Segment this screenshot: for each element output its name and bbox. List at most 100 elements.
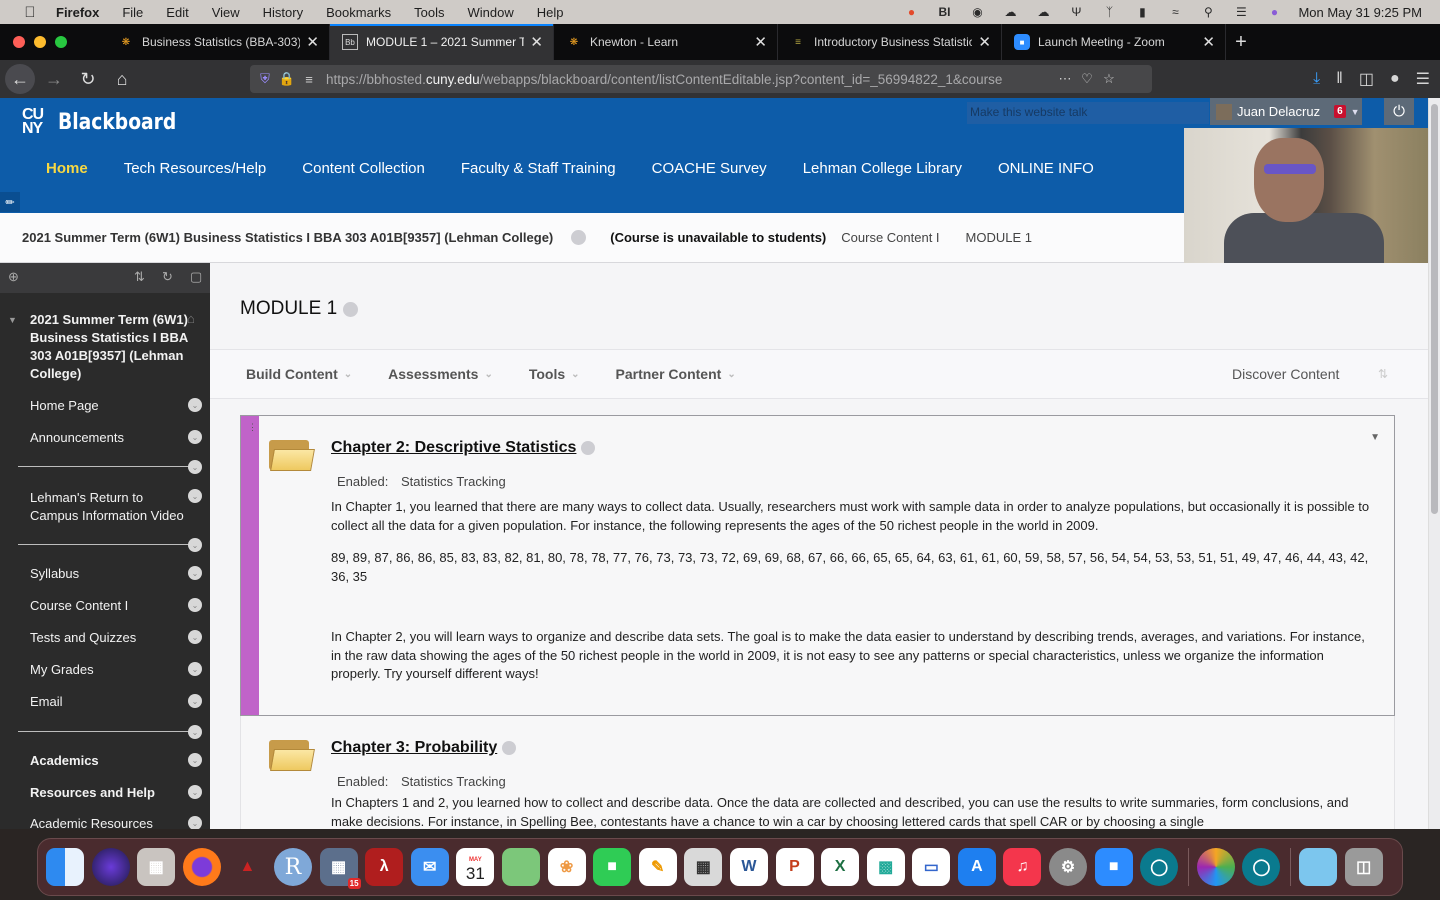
page-options-icon[interactable] bbox=[343, 301, 359, 317]
item-options-icon[interactable]: ⌄ bbox=[188, 662, 202, 676]
facetime-icon[interactable]: ■ bbox=[593, 848, 632, 886]
menu-tools[interactable]: Tools bbox=[414, 5, 444, 20]
content-item-title[interactable]: Chapter 2: Descriptive Statistics bbox=[331, 439, 596, 457]
url-text[interactable]: https://bbhosted.cuny.edu/webapps/blackb… bbox=[326, 72, 1046, 87]
home-button[interactable]: ⌂ bbox=[107, 64, 137, 94]
back-button[interactable]: ← bbox=[5, 64, 35, 94]
app-store-icon[interactable]: A bbox=[957, 848, 996, 886]
close-window-button[interactable] bbox=[13, 36, 25, 48]
add-menu-item-icon[interactable]: ⊕ bbox=[8, 269, 19, 285]
item-title-link[interactable]: Chapter 2: Descriptive Statistics bbox=[331, 439, 576, 457]
sidebar-item-academic-resources[interactable]: Academic Resources bbox=[30, 816, 153, 829]
drag-handle[interactable]: ⋮ bbox=[241, 416, 259, 715]
item-options-icon[interactable]: ⌄ bbox=[188, 785, 202, 799]
nav-tech-resources[interactable]: Tech Resources/Help bbox=[124, 160, 267, 177]
item-options-icon[interactable]: ⌄ bbox=[188, 630, 202, 644]
chevron-down-icon[interactable]: ▼ bbox=[1351, 107, 1360, 117]
item-options-icon[interactable]: ⌄ bbox=[188, 538, 202, 552]
webex-icon[interactable]: ◯ bbox=[1140, 848, 1179, 886]
menu-edit[interactable]: Edit bbox=[166, 5, 188, 20]
page-actions-icon[interactable]: ⋯ bbox=[1054, 71, 1076, 87]
finder-icon[interactable] bbox=[46, 848, 84, 886]
browser-tab[interactable]: ≡ Introductory Business Statistics ✕ bbox=[778, 24, 1002, 60]
music-icon[interactable]: ♫ bbox=[1003, 848, 1042, 886]
zoom-video-overlay[interactable] bbox=[1184, 128, 1428, 265]
sidebar-item-my-grades[interactable]: My Grades bbox=[30, 662, 94, 677]
sidebar-item-course-content[interactable]: Course Content I bbox=[30, 598, 128, 613]
menu-help[interactable]: Help bbox=[537, 5, 564, 20]
menu-bookmarks[interactable]: Bookmarks bbox=[326, 5, 391, 20]
breadcrumb-course-content[interactable]: Course Content I bbox=[841, 230, 939, 245]
system-preferences-icon[interactable]: ⚙ bbox=[1049, 848, 1088, 886]
close-tab-icon[interactable]: ✕ bbox=[1202, 33, 1215, 51]
new-tab-button[interactable]: + bbox=[1226, 24, 1256, 60]
item-options-icon[interactable] bbox=[581, 441, 596, 455]
collapse-triangle-icon[interactable]: ▼ bbox=[8, 315, 17, 325]
item-options-icon[interactable]: ⌄ bbox=[188, 460, 202, 474]
item-options-icon[interactable]: ⌄ bbox=[188, 753, 202, 767]
tools-menu[interactable]: Tools ⌄ bbox=[529, 366, 580, 382]
refresh-icon[interactable]: ↻ bbox=[162, 269, 173, 285]
url-bar[interactable]: ⛨ 🔒 ≡ https://bbhosted.cuny.edu/webapps/… bbox=[250, 65, 1152, 93]
assessments-menu[interactable]: Assessments ⌄ bbox=[388, 366, 493, 382]
partner-content-menu[interactable]: Partner Content ⌄ bbox=[616, 366, 736, 382]
menu-view[interactable]: View bbox=[212, 5, 240, 20]
item-options-icon[interactable]: ⌄ bbox=[188, 398, 202, 412]
user-menu[interactable]: Juan Delacruz 6 ▼ bbox=[1210, 98, 1362, 125]
maps-icon[interactable] bbox=[501, 848, 540, 886]
search-icon[interactable]: ⚲ bbox=[1199, 5, 1217, 19]
creative-cloud-icon[interactable]: ● bbox=[902, 5, 920, 19]
zoom-icon[interactable]: ■ bbox=[1094, 848, 1133, 886]
hamburger-menu-icon[interactable]: ☰ bbox=[1416, 69, 1430, 89]
battery-icon[interactable]: ▮ bbox=[1133, 5, 1151, 19]
browser-tab[interactable]: ❋ Knewton - Learn ✕ bbox=[554, 24, 778, 60]
permissions-icon[interactable]: ≡ bbox=[298, 72, 320, 87]
discover-content-button[interactable]: Discover Content bbox=[1232, 366, 1339, 382]
logout-power-icon[interactable]: ⏻ bbox=[1384, 98, 1414, 125]
bluetooth-icon[interactable]: ᛉ bbox=[1100, 5, 1118, 19]
bi-icon[interactable]: BI bbox=[935, 5, 953, 19]
extension-icon[interactable]: ● bbox=[1390, 70, 1400, 88]
maximize-window-button[interactable] bbox=[55, 36, 67, 48]
reorder-icon[interactable]: ⇅ bbox=[134, 269, 145, 285]
notification-badge[interactable]: 6 bbox=[1334, 105, 1346, 118]
scrollbar-thumb[interactable] bbox=[1431, 104, 1438, 514]
menu-app-name[interactable]: Firefox bbox=[56, 5, 99, 20]
close-tab-icon[interactable]: ✕ bbox=[530, 33, 543, 51]
calendar-icon[interactable]: MAY 31 bbox=[456, 848, 495, 886]
item-title-link[interactable]: Chapter 3: Probability bbox=[331, 739, 497, 757]
sidebar-item-academics[interactable]: Academics bbox=[30, 753, 99, 768]
page-scrollbar[interactable] bbox=[1428, 98, 1440, 829]
course-options-icon[interactable] bbox=[571, 230, 587, 245]
reorder-icon[interactable]: ⇅ bbox=[1378, 367, 1388, 381]
build-content-menu[interactable]: Build Content ⌄ bbox=[246, 366, 352, 382]
siri-icon[interactable] bbox=[91, 848, 130, 886]
apple-menu-icon[interactable]:  bbox=[20, 4, 40, 21]
mail-icon[interactable]: ✉ bbox=[410, 848, 449, 886]
nav-content-collection[interactable]: Content Collection bbox=[302, 160, 425, 177]
keynote-icon[interactable]: ▭ bbox=[912, 848, 951, 886]
folder-view-icon[interactable]: ▢ bbox=[190, 269, 202, 285]
nav-home[interactable]: Home bbox=[46, 160, 88, 177]
content-item-title[interactable]: Chapter 3: Probability bbox=[331, 739, 517, 757]
word-icon[interactable]: W bbox=[729, 848, 768, 886]
sidebar-item-syllabus[interactable]: Syllabus bbox=[30, 566, 79, 581]
folder-icon[interactable] bbox=[1299, 848, 1338, 886]
trash-icon[interactable]: ◫ bbox=[1344, 848, 1383, 886]
course-home-icon[interactable]: ⌂ bbox=[187, 311, 195, 326]
breadcrumb-course[interactable]: 2021 Summer Term (6W1) Business Statisti… bbox=[22, 230, 553, 245]
firefox-icon[interactable] bbox=[182, 848, 221, 886]
text-to-speech-bar[interactable]: Make this website talk bbox=[967, 102, 1209, 124]
minimize-window-button[interactable] bbox=[34, 36, 46, 48]
close-tab-icon[interactable]: ✕ bbox=[306, 33, 319, 51]
webex-teams-icon[interactable] bbox=[1196, 848, 1235, 886]
photos-icon[interactable]: ❀ bbox=[547, 848, 586, 886]
sidebar-item-home-page[interactable]: Home Page bbox=[30, 398, 99, 413]
item-options-icon[interactable]: ⌄ bbox=[188, 725, 202, 739]
browser-tab[interactable]: ❋ Business Statistics (BBA-303) | ✕ bbox=[106, 24, 330, 60]
sidebar-item-return-to-campus[interactable]: Lehman's Return to Campus Information Vi… bbox=[30, 489, 190, 525]
downloads-icon[interactable]: ⤓ bbox=[1313, 70, 1320, 88]
browser-tab[interactable]: ■ Launch Meeting - Zoom ✕ bbox=[1002, 24, 1226, 60]
close-tab-icon[interactable]: ✕ bbox=[754, 33, 767, 51]
r-app-icon[interactable]: R bbox=[273, 848, 312, 886]
